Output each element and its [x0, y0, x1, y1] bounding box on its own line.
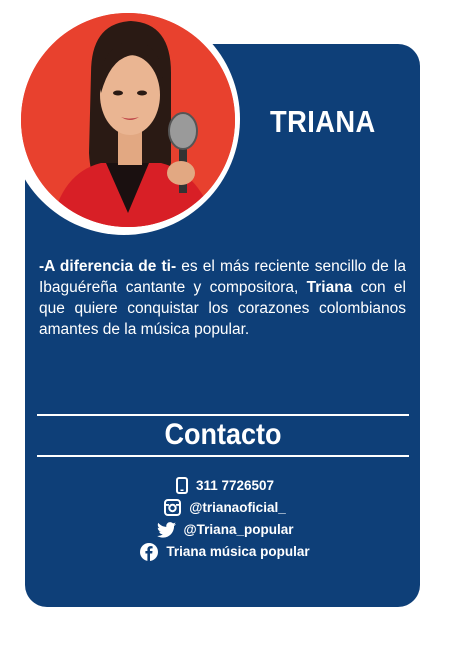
contact-instagram[interactable]: @trianaoficial_	[164, 498, 286, 517]
contact-title: Contacto	[164, 418, 282, 451]
instagram-handle: @trianaoficial_	[189, 500, 286, 515]
divider-top	[37, 414, 409, 416]
contact-list: 311 7726507 @trianaoficial_ @Triana_popu…	[0, 476, 450, 561]
artist-description: -A diferencia de ti- es el más reciente …	[39, 256, 406, 340]
contact-facebook[interactable]: Triana música popular	[140, 542, 310, 561]
divider-bottom	[37, 455, 409, 457]
contact-twitter[interactable]: @Triana_popular	[156, 520, 294, 539]
single-title: -A diferencia de ti-	[39, 258, 177, 275]
singer-illustration	[21, 13, 235, 227]
contact-phone[interactable]: 311 7726507	[175, 476, 275, 495]
artist-name: TRIANA	[270, 104, 376, 139]
phone-icon	[175, 477, 188, 494]
phone-number: 311 7726507	[195, 478, 275, 493]
facebook-page: Triana música popular	[166, 544, 310, 559]
instagram-icon	[164, 499, 182, 516]
artist-name-inline: Triana	[306, 279, 353, 296]
profile-photo	[21, 13, 235, 227]
facebook-icon	[140, 542, 159, 561]
twitter-handle: @Triana_popular	[183, 522, 294, 537]
twitter-icon	[156, 521, 176, 538]
photo-frame	[8, 3, 240, 235]
